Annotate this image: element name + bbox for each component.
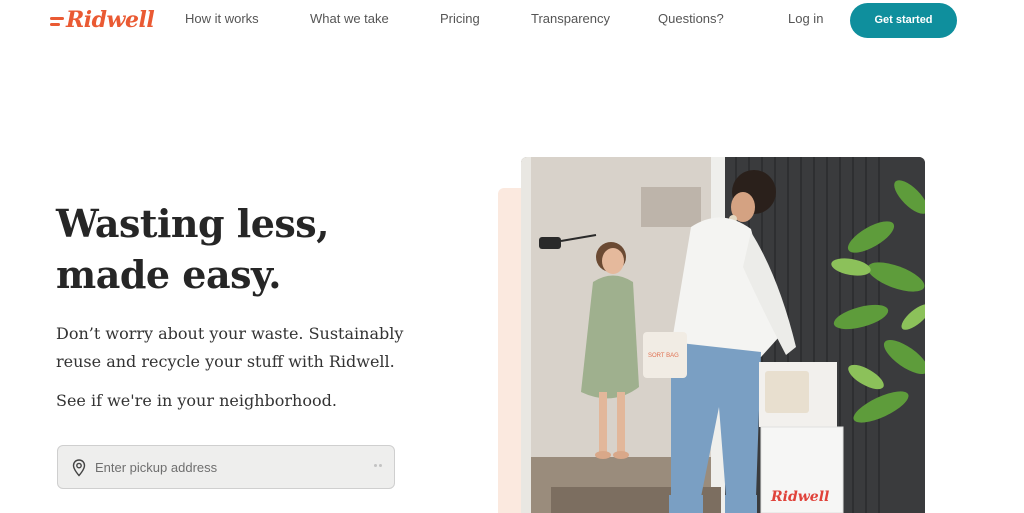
- hero-subtext: Don’t worry about your waste. Sustainabl…: [56, 324, 404, 371]
- dots-icon[interactable]: [374, 464, 382, 467]
- neighborhood-prompt: See if we're in your neighborhood.: [56, 391, 337, 410]
- hero-photo: SORT BAG Ridwell: [521, 157, 925, 513]
- headline-line-2: made easy.: [56, 252, 281, 297]
- get-started-button[interactable]: Get started: [850, 3, 957, 38]
- logo-text: Ridwell: [66, 7, 155, 33]
- nav-how-it-works[interactable]: How it works: [185, 11, 259, 26]
- hero-headline: Wasting less, made easy.: [56, 198, 476, 300]
- login-link[interactable]: Log in: [788, 11, 823, 26]
- headline-line-1: Wasting less,: [56, 201, 329, 246]
- bag-label: SORT BAG: [648, 353, 679, 359]
- nav-transparency[interactable]: Transparency: [531, 11, 610, 26]
- site-header: Ridwell How it works What we take Pricin…: [0, 0, 1024, 40]
- address-input[interactable]: [95, 446, 365, 488]
- bin-logo: Ridwell: [770, 489, 829, 505]
- address-field[interactable]: [57, 445, 395, 489]
- nav-pricing[interactable]: Pricing: [440, 11, 480, 26]
- logo-speed-lines: [50, 16, 64, 26]
- nav-what-we-take[interactable]: What we take: [310, 11, 389, 26]
- ridwell-logo[interactable]: Ridwell: [50, 6, 155, 34]
- nav-questions[interactable]: Questions?: [658, 11, 724, 26]
- map-pin-icon: [72, 459, 86, 482]
